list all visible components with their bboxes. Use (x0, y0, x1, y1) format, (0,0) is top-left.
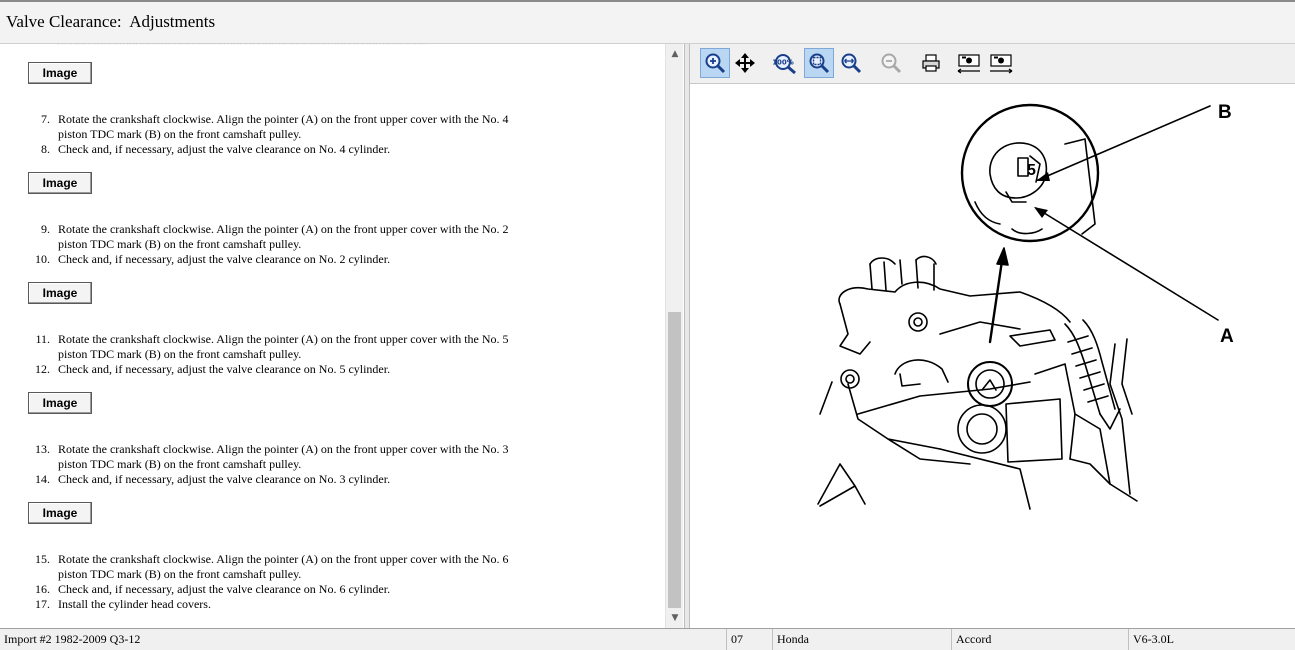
step-text: Rotate the crankshaft clockwise. Align t… (58, 222, 509, 251)
zoom-to-fit-icon[interactable] (804, 48, 834, 78)
step-text: Rotate the crankshaft clockwise. Align t… (58, 552, 509, 581)
step-number: 17. (35, 597, 50, 611)
zoom-out-icon[interactable] (876, 48, 906, 78)
step-number: 15. (35, 552, 50, 566)
clipped-text-line: ~~~~~~~~~~~~~~~~~~~~~~~~~~~~~~~~~~~~~~~~… (58, 44, 428, 51)
actual-size-icon[interactable]: 100% (770, 48, 800, 78)
step-text: Rotate the crankshaft clockwise. Align t… (58, 332, 509, 361)
status-engine: V6-3.0L (1128, 629, 1295, 650)
zoom-in-icon[interactable] (700, 48, 730, 78)
valve-timing-diagram: 5 B A (817, 102, 1234, 510)
step-number: 14. (35, 472, 50, 486)
step-number: 12. (35, 362, 50, 376)
previous-image-icon[interactable] (954, 48, 984, 78)
procedure-pane[interactable]: ~~~~~~~~~~~~~~~~~~~~~~~~~~~~~~~~~~~~~~~~… (0, 44, 684, 628)
step-number: 13. (35, 442, 50, 456)
step-text: Rotate the crankshaft clockwise. Align t… (58, 112, 509, 141)
step-text: Rotate the crankshaft clockwise. Align t… (58, 442, 509, 471)
step-number: 8. (41, 142, 50, 156)
status-year: 07 (726, 629, 772, 650)
status-source: Import #2 1982-2009 Q3-12 (4, 632, 141, 646)
callout-a: A (1220, 326, 1234, 347)
fit-width-icon[interactable] (836, 48, 866, 78)
callout-b: B (1218, 102, 1232, 123)
status-make: Honda (772, 629, 951, 650)
status-bar: Import #2 1982-2009 Q3-12 07 Honda Accor… (0, 628, 1295, 650)
vertical-scrollbar[interactable]: ▲ ▼ (665, 44, 683, 628)
image-button-step-6[interactable]: Image (28, 62, 92, 84)
tdc-mark-number: 5 (1027, 162, 1036, 179)
viewer-toolbar: 100% (690, 44, 1295, 84)
step-text: Install the cylinder head covers. (58, 597, 211, 611)
next-image-icon[interactable] (986, 48, 1016, 78)
window-title: Valve Clearance: Adjustments (0, 0, 1295, 44)
print-icon[interactable] (916, 48, 946, 78)
status-model: Accord (951, 629, 1128, 650)
step-text: Check and, if necessary, adjust the valv… (58, 472, 391, 486)
step-number: 10. (35, 252, 50, 266)
step-text: Check and, if necessary, adjust the valv… (58, 142, 391, 156)
step-number: 16. (35, 582, 50, 596)
step-number: 7. (41, 112, 50, 126)
scroll-down-icon[interactable]: ▼ (666, 610, 684, 626)
step-number: 11. (35, 332, 50, 346)
scroll-up-icon[interactable]: ▲ (666, 46, 684, 62)
pan-icon[interactable] (730, 48, 760, 78)
image-button-step-12[interactable]: Image (28, 392, 92, 414)
image-button-step-8[interactable]: Image (28, 172, 92, 194)
actual-size-label: 100% (773, 59, 794, 67)
step-text: Check and, if necessary, adjust the valv… (58, 252, 391, 266)
step-text: Check and, if necessary, adjust the valv… (58, 582, 391, 596)
image-button-step-10[interactable]: Image (28, 282, 92, 304)
step-text: Check and, if necessary, adjust the valv… (58, 362, 391, 376)
step-number: 9. (41, 222, 50, 236)
scroll-thumb[interactable] (668, 312, 681, 608)
image-button-step-14[interactable]: Image (28, 502, 92, 524)
image-viewer: 100% 5 B A (690, 44, 1295, 628)
